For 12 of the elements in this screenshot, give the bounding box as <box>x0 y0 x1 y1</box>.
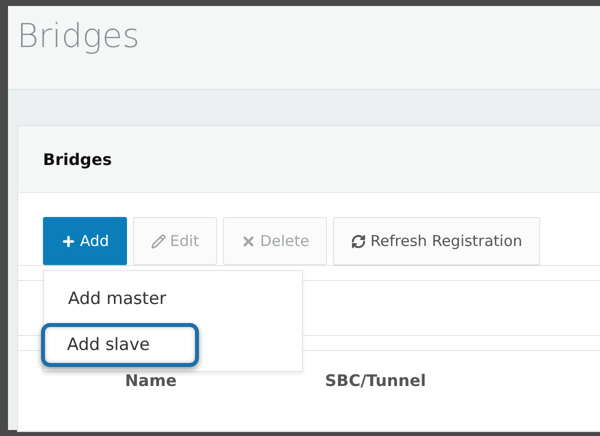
menu-item[interactable]: Add master <box>44 279 302 319</box>
menu-item[interactable]: Add slave <box>41 323 199 367</box>
close-icon <box>241 234 256 248</box>
column-header: Name <box>125 371 178 390</box>
add-button[interactable]: Add <box>43 217 128 265</box>
toolbar-button[interactable]: Refresh Registration <box>333 217 540 265</box>
plus-icon <box>61 234 76 248</box>
card-title: Bridges <box>43 150 112 168</box>
pencil-icon <box>151 234 166 248</box>
refresh-icon <box>351 234 366 248</box>
page-title: Bridges <box>17 16 140 55</box>
column-header: SBC/Tunnel <box>325 371 427 390</box>
